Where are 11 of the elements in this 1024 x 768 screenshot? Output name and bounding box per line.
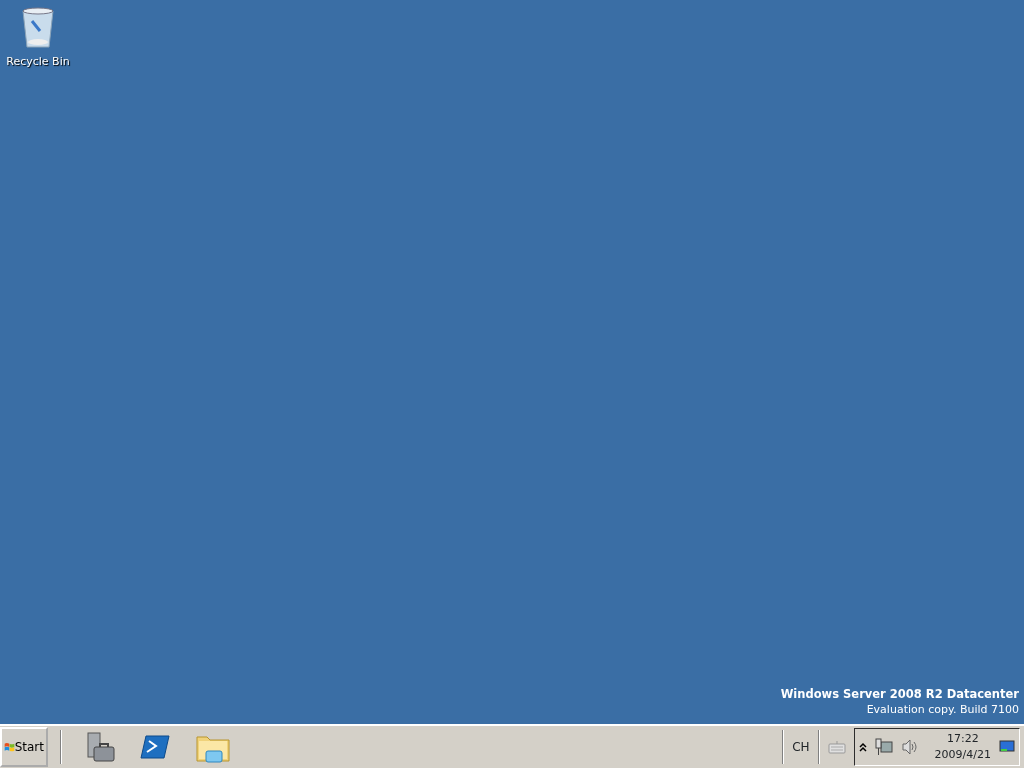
speaker-icon[interactable] bbox=[900, 738, 919, 756]
language-indicator[interactable]: CH bbox=[792, 738, 810, 756]
network-icon[interactable] bbox=[874, 738, 893, 756]
edition-title: Windows Server 2008 R2 Datacenter bbox=[779, 686, 1019, 702]
recycle-bin-icon[interactable] bbox=[20, 6, 56, 50]
start-button[interactable]: Start bbox=[0, 727, 48, 767]
monitor-icon[interactable] bbox=[999, 740, 1015, 754]
windows-logo-icon bbox=[4, 740, 15, 754]
chevron-up-icon[interactable] bbox=[858, 742, 867, 752]
desktop-icon-label[interactable]: Recycle Bin bbox=[6, 54, 70, 71]
build-info: Evaluation copy. Build 7100 bbox=[865, 702, 1019, 718]
